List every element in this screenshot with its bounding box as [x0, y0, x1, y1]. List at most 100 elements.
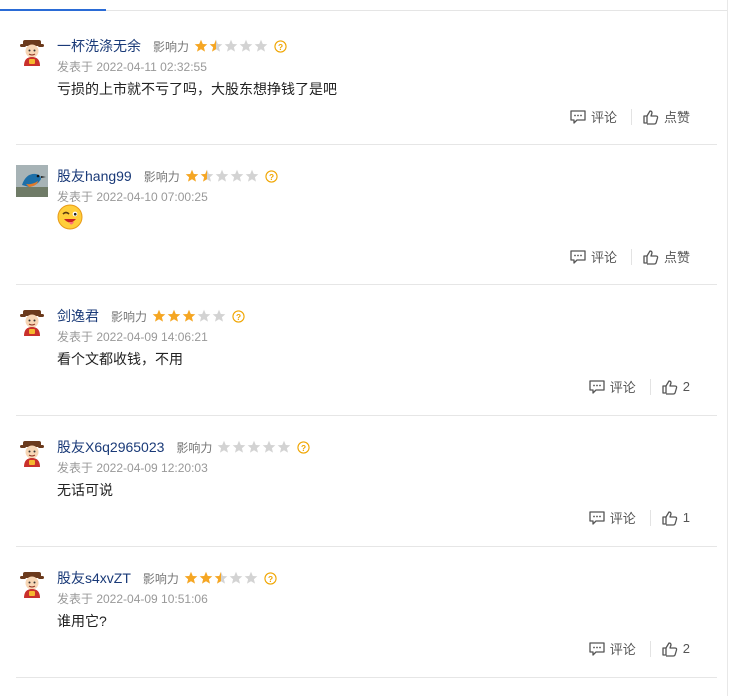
action-divider	[649, 378, 651, 395]
influence-stars	[184, 571, 258, 585]
reply-label: 评论	[609, 380, 636, 395]
star-icon	[215, 169, 229, 182]
star-icon	[263, 440, 276, 453]
comment-text: 无话可说	[57, 482, 113, 498]
post-date: 发表于 2022-04-09 12:20:03	[57, 461, 208, 475]
tab-bar	[0, 0, 727, 11]
comment-icon	[569, 109, 587, 125]
help-icon[interactable]	[232, 310, 245, 323]
username-link[interactable]: 一杯洗涤无余	[57, 36, 141, 56]
influence-stars	[185, 169, 259, 183]
influence-stars	[152, 309, 226, 323]
thumbs-up-icon	[642, 249, 660, 265]
star-icon	[199, 571, 213, 584]
influence-stars	[217, 440, 291, 454]
star-icon	[185, 169, 199, 182]
star-icon	[233, 440, 246, 453]
help-icon[interactable]	[264, 572, 277, 585]
star-icon	[194, 39, 208, 52]
like-count: 2	[682, 379, 690, 394]
star-icon	[254, 39, 268, 52]
star-icon	[167, 309, 181, 322]
influence-label: 影响力	[153, 39, 190, 54]
comment-divider	[16, 546, 717, 547]
star-icon	[230, 169, 244, 182]
star-icon	[245, 169, 259, 182]
reply-button[interactable]: 评论	[569, 247, 617, 266]
influence-label: 影响力	[142, 571, 179, 586]
like-button[interactable]: 点赞	[642, 247, 690, 266]
star-icon	[212, 309, 226, 322]
action-divider	[630, 108, 632, 125]
comment-item: 剑逸君 影响力 发表于 2022-04-09 14:06:21 看个文都收钱，不…	[16, 307, 716, 407]
thumbs-up-icon	[661, 379, 679, 395]
comment-item: 一杯洗涤无余 影响力 发表于 2022-04-11 02:32:55 亏损的上市…	[16, 37, 716, 137]
caishen-avatar-icon[interactable]	[16, 307, 48, 339]
like-button[interactable]: 2	[661, 379, 690, 395]
star-icon	[244, 571, 258, 584]
reply-label: 评论	[609, 511, 636, 526]
right-border	[727, 0, 728, 696]
post-date: 发表于 2022-04-11 02:32:55	[57, 60, 207, 74]
star-icon	[209, 39, 223, 52]
post-date: 发表于 2022-04-10 07:00:25	[57, 190, 208, 204]
comment-icon	[588, 379, 606, 395]
reply-button[interactable]: 评论	[569, 107, 617, 126]
star-icon	[229, 571, 243, 584]
like-label: 点赞	[663, 110, 690, 125]
like-button[interactable]: 2	[661, 641, 690, 657]
comment-divider	[16, 415, 717, 416]
wink-tongue-emoji-icon	[57, 204, 83, 230]
like-button[interactable]: 1	[661, 510, 690, 526]
username-link[interactable]: 股友s4xvZT	[57, 568, 131, 588]
username-link[interactable]: 股友hang99	[57, 166, 132, 186]
star-icon	[184, 571, 198, 584]
comment-divider	[16, 144, 717, 145]
reply-label: 评论	[590, 250, 617, 265]
active-tab-indicator	[0, 9, 106, 11]
star-icon	[248, 440, 261, 453]
star-icon	[214, 571, 228, 584]
help-icon[interactable]	[297, 441, 310, 454]
comment-icon	[569, 249, 587, 265]
comment-text: 亏损的上市就不亏了吗，大股东想挣钱了是吧	[57, 81, 337, 97]
comment-text: 谁用它?	[57, 613, 107, 629]
star-icon	[182, 309, 196, 322]
username-link[interactable]: 剑逸君	[57, 306, 99, 326]
action-divider	[649, 640, 651, 657]
like-button[interactable]: 点赞	[642, 107, 690, 126]
thumbs-up-icon	[642, 109, 660, 125]
comment-item: 股友s4xvZT 影响力 发表于 2022-04-09 10:51:06 谁用它…	[16, 569, 716, 669]
star-icon	[152, 309, 166, 322]
comment-icon	[588, 641, 606, 657]
reply-button[interactable]: 评论	[588, 508, 636, 527]
star-icon	[278, 440, 291, 453]
influence-label: 影响力	[143, 169, 180, 184]
comment-item: 股友X6q2965023 影响力 发表于 2022-04-09 12:20:03…	[16, 438, 716, 538]
reply-label: 评论	[609, 642, 636, 657]
username-link[interactable]: 股友X6q2965023	[57, 437, 164, 457]
like-count: 1	[682, 510, 690, 525]
reply-button[interactable]: 评论	[588, 377, 636, 396]
star-icon	[224, 39, 238, 52]
help-icon[interactable]	[274, 40, 287, 53]
caishen-avatar-icon[interactable]	[16, 438, 48, 470]
comment-divider	[16, 284, 717, 285]
caishen-avatar-icon[interactable]	[16, 37, 48, 69]
reply-button[interactable]: 评论	[588, 639, 636, 658]
like-label: 点赞	[663, 250, 690, 265]
caishen-avatar-icon[interactable]	[16, 569, 48, 601]
bird-photo-avatar-icon[interactable]	[16, 165, 48, 197]
action-divider	[630, 248, 632, 265]
influence-label: 影响力	[111, 309, 148, 324]
post-date: 发表于 2022-04-09 14:06:21	[57, 330, 208, 344]
influence-label: 影响力	[176, 440, 213, 455]
thumbs-up-icon	[661, 641, 679, 657]
comment-item: 股友hang99 影响力 发表于 2022-04-10 07:00:25 评论 …	[16, 167, 716, 267]
star-icon	[200, 169, 214, 182]
help-icon[interactable]	[265, 170, 278, 183]
thumbs-up-icon	[661, 510, 679, 526]
comment-divider	[16, 677, 717, 678]
star-icon	[239, 39, 253, 52]
action-divider	[649, 509, 651, 526]
